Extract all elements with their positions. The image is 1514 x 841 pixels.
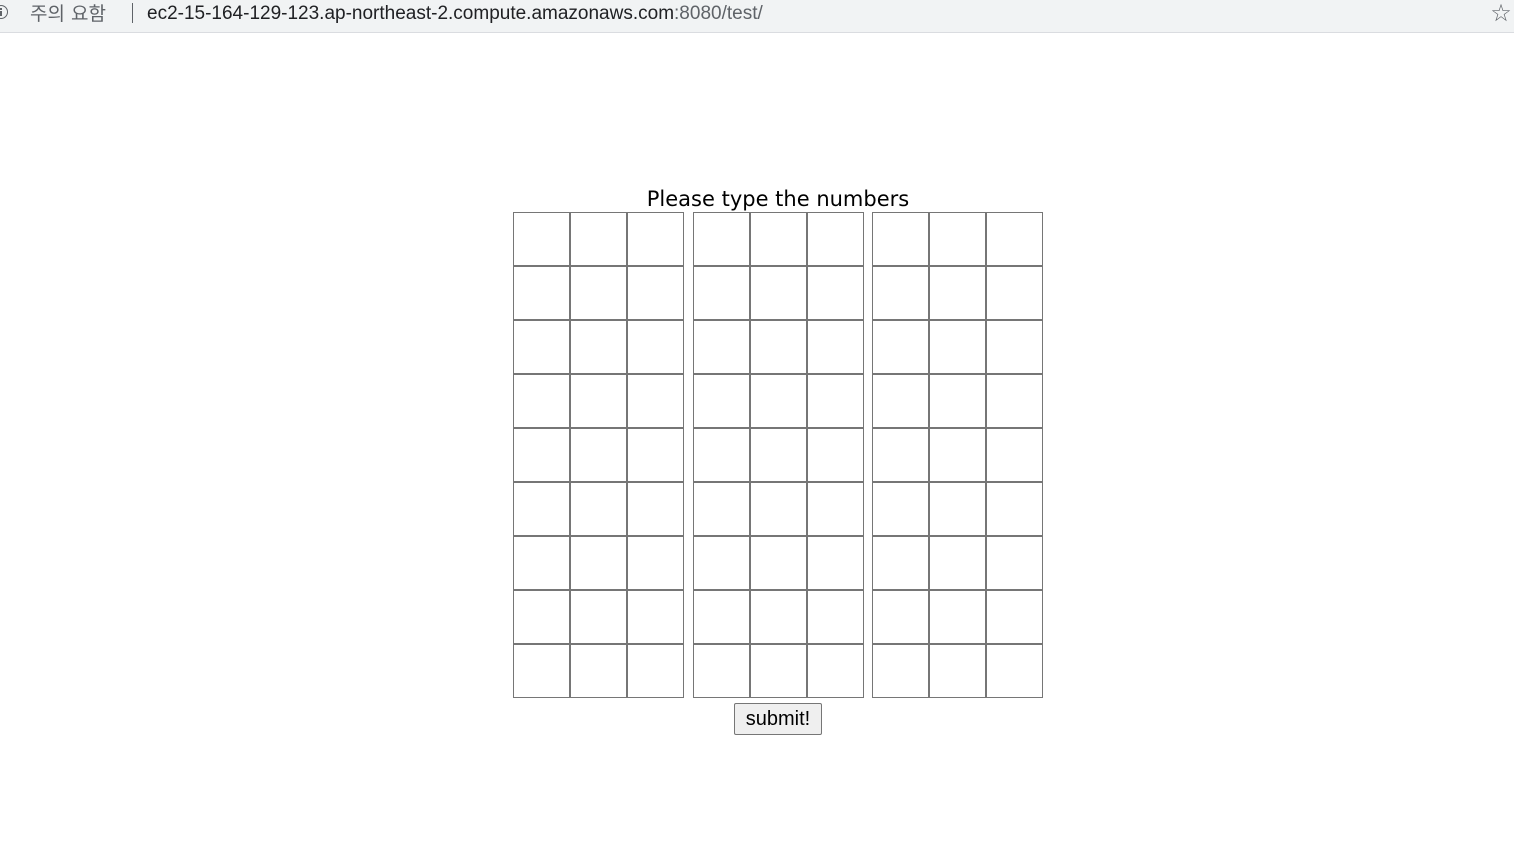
grid-cell-r6-c1[interactable] [513,482,570,536]
grid-cell-r5-c7[interactable] [872,428,929,482]
grid-cell-r8-c5[interactable] [750,590,807,644]
grid-cell-r7-c7[interactable] [872,536,929,590]
grid-cell-r3-c6[interactable] [807,320,864,374]
grid-cell-r9-c7[interactable] [872,644,929,698]
grid-cell-r6-c3[interactable] [627,482,684,536]
grid-cell-r1-c3[interactable] [627,212,684,266]
grid-cell-r2-c5[interactable] [750,266,807,320]
grid-cell-r3-c9[interactable] [986,320,1043,374]
grid-cell-r6-c7[interactable] [872,482,929,536]
grid-cell-r5-c3[interactable] [627,428,684,482]
grid-cell-r9-c5[interactable] [750,644,807,698]
grid-cell-r5-c4[interactable] [693,428,750,482]
grid-cell-r8-c2[interactable] [570,590,627,644]
grid-cell-r8-c1[interactable] [513,590,570,644]
grid-cell-r1-c7[interactable] [872,212,929,266]
grid-cell-r2-c9[interactable] [986,266,1043,320]
grid-cell-r4-c3[interactable] [627,374,684,428]
grid-cell-r6-c9[interactable] [986,482,1043,536]
info-icon[interactable] [0,5,8,19]
grid-cell-r9-c4[interactable] [693,644,750,698]
grid-cell-r2-c4[interactable] [693,266,750,320]
grid-cell-r9-c2[interactable] [570,644,627,698]
grid-cell-r9-c3[interactable] [627,644,684,698]
grid-cell-r6-c8[interactable] [929,482,986,536]
grid-cell-r4-c5[interactable] [750,374,807,428]
grid-cell-r2-c2[interactable] [570,266,627,320]
security-warning-label[interactable]: 주의 요함 [30,2,106,26]
grid-cell-r1-c1[interactable] [513,212,570,266]
grid-cell-r3-c7[interactable] [872,320,929,374]
grid-cell-r5-c9[interactable] [986,428,1043,482]
grid-cell-r8-c7[interactable] [872,590,929,644]
star-icon[interactable]: ☆ [1488,0,1514,26]
grid-cell-r7-c9[interactable] [986,536,1043,590]
grid-cell-r5-c8[interactable] [929,428,986,482]
url-field[interactable]: ec2-15-164-129-123.ap-northeast-2.comput… [147,1,763,27]
grid-cell-r6-c6[interactable] [807,482,864,536]
grid-cell-r4-c9[interactable] [986,374,1043,428]
grid-cell-r4-c2[interactable] [570,374,627,428]
grid-cell-r9-c9[interactable] [986,644,1043,698]
address-bar[interactable]: 주의 요함 ec2-15-164-129-123.ap-northeast-2.… [0,0,1514,33]
grid-cell-r3-c5[interactable] [750,320,807,374]
grid-cell-r1-c8[interactable] [929,212,986,266]
grid-cell-r7-c8[interactable] [929,536,986,590]
grid-cell-r8-c9[interactable] [986,590,1043,644]
grid-cell-r8-c3[interactable] [627,590,684,644]
grid-cell-r1-c4[interactable] [693,212,750,266]
grid-cell-r7-c4[interactable] [693,536,750,590]
grid-cell-r9-c8[interactable] [929,644,986,698]
grid-cell-r3-c2[interactable] [570,320,627,374]
grid-cell-r6-c5[interactable] [750,482,807,536]
grid-cell-r9-c1[interactable] [513,644,570,698]
grid-cell-r7-c2[interactable] [570,536,627,590]
grid-cell-r4-c8[interactable] [929,374,986,428]
number-grid [513,212,1044,699]
grid-cell-r8-c4[interactable] [693,590,750,644]
grid-cell-r7-c6[interactable] [807,536,864,590]
grid-cell-r4-c7[interactable] [872,374,929,428]
grid-cell-r8-c8[interactable] [929,590,986,644]
grid-cell-r3-c8[interactable] [929,320,986,374]
grid-cell-r1-c5[interactable] [750,212,807,266]
grid-cell-r5-c2[interactable] [570,428,627,482]
grid-cell-r7-c3[interactable] [627,536,684,590]
page-title: Please type the numbers [646,187,910,211]
url-path: :8080/test/ [674,3,763,24]
grid-cell-r4-c1[interactable] [513,374,570,428]
grid-cell-r2-c1[interactable] [513,266,570,320]
grid-cell-r5-c1[interactable] [513,428,570,482]
address-divider [132,3,133,23]
submit-button[interactable]: submit! [734,703,822,735]
grid-cell-r2-c8[interactable] [929,266,986,320]
grid-cell-r8-c6[interactable] [807,590,864,644]
grid-cell-r1-c9[interactable] [986,212,1043,266]
grid-cell-r2-c3[interactable] [627,266,684,320]
grid-cell-r7-c1[interactable] [513,536,570,590]
grid-cell-r3-c4[interactable] [693,320,750,374]
grid-cell-r2-c6[interactable] [807,266,864,320]
grid-cell-r3-c3[interactable] [627,320,684,374]
grid-cell-r1-c2[interactable] [570,212,627,266]
grid-cell-r5-c6[interactable] [807,428,864,482]
grid-cell-r1-c6[interactable] [807,212,864,266]
grid-cell-r4-c4[interactable] [693,374,750,428]
grid-cell-r4-c6[interactable] [807,374,864,428]
grid-cell-r6-c4[interactable] [693,482,750,536]
grid-cell-r2-c7[interactable] [872,266,929,320]
grid-cell-r3-c1[interactable] [513,320,570,374]
grid-cell-r5-c5[interactable] [750,428,807,482]
url-host: ec2-15-164-129-123.ap-northeast-2.comput… [147,3,675,24]
grid-cell-r9-c6[interactable] [807,644,864,698]
grid-cell-r6-c2[interactable] [570,482,627,536]
grid-cell-r7-c5[interactable] [750,536,807,590]
